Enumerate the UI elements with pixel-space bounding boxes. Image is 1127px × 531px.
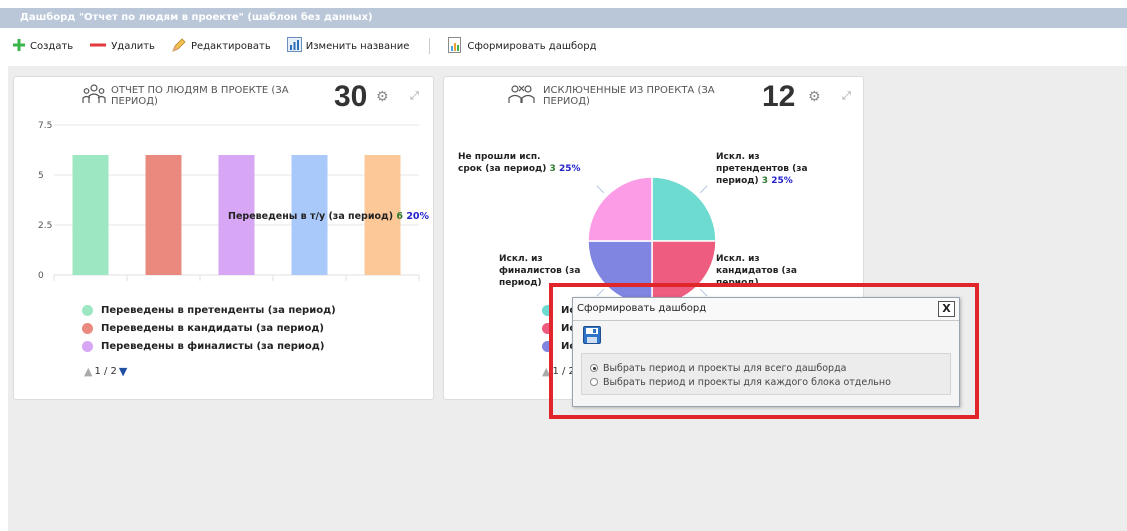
pie-label-line: Не прошли исп. <box>458 152 541 162</box>
legend-pager: ▲ 1 / 2 ▼ <box>84 365 127 378</box>
card-title: ИСКЛЮЧЕННЫЕ ИЗ ПРОЕКТА (ЗА ПЕРИОД) <box>543 85 715 107</box>
card-title-line2: ПЕРИОД) <box>543 96 590 107</box>
y-tick-label: 0 <box>38 271 44 281</box>
pie-label-line: Искл. из <box>716 254 760 264</box>
radio-selected[interactable] <box>590 364 598 372</box>
pie-label-top-left: Не прошли исп. срок (за период) 3 25% <box>458 151 580 175</box>
pie-label-line: претендентов (за <box>716 164 808 174</box>
pager-down-icon[interactable]: ▼ <box>119 365 127 378</box>
legend-dot <box>82 305 93 316</box>
pie-label-line: Искл. из <box>499 254 543 264</box>
radio-unselected[interactable] <box>590 378 598 386</box>
card-title: ОТЧЕТ ПО ЛЮДЯМ В ПРОЕКТЕ (ЗА ПЕРИОД) <box>111 85 289 107</box>
options-group: Выбрать период и проекты для всего дашбо… <box>581 353 951 395</box>
tooltip-num: 6 <box>396 211 403 222</box>
pie-label-line: срок (за период) <box>458 164 547 174</box>
y-tick-label: 2.5 <box>38 221 52 231</box>
minus-icon <box>89 38 107 55</box>
pager-text: 1 / 2 <box>94 366 117 377</box>
leader-line <box>596 185 605 194</box>
bar-tooltip: Переведены в т/у (за период) 6 20% <box>228 211 429 223</box>
option-label: Выбрать период и проекты для всего дашбо… <box>603 362 847 374</box>
people-exclude-icon <box>507 83 537 108</box>
pie-label-top-right: Искл. из претендентов (за период) 3 25% <box>716 151 808 187</box>
pie-label-line: период) <box>716 176 759 186</box>
dialog-title: Сформировать дашборд <box>577 303 707 314</box>
dialog-header: Сформировать дашборд X <box>573 298 959 321</box>
edit-label: Редактировать <box>190 40 271 52</box>
edit-button[interactable]: Редактировать <box>171 37 271 56</box>
expand-icon[interactable]: ⤢ <box>842 89 851 103</box>
pie-label-line: кандидатов (за <box>716 266 797 276</box>
people-group-icon <box>82 83 106 108</box>
report-icon <box>448 36 463 56</box>
legend-item[interactable]: Переведены в претенденты (за период) <box>82 305 336 316</box>
bar[interactable] <box>72 155 109 275</box>
delete-label: Удалить <box>111 40 155 52</box>
leader-line <box>699 185 708 194</box>
option-label: Выбрать период и проекты для каждого бло… <box>603 376 891 388</box>
pager-up-icon[interactable]: ▲ <box>84 365 92 378</box>
rename-label: Изменить название <box>305 40 410 52</box>
delete-button[interactable]: Удалить <box>89 38 155 55</box>
close-button[interactable]: X <box>938 301 955 317</box>
card-title-line1: ИСКЛЮЧЕННЫЕ ИЗ ПРОЕКТА (ЗА <box>543 85 715 96</box>
card-count: 12 <box>762 80 796 113</box>
y-tick-label: 5 <box>38 171 44 181</box>
legend-item[interactable]: Переведены в финалисты (за период) <box>82 341 324 352</box>
pie-label-pct: 25% <box>558 164 581 174</box>
pencil-icon <box>171 37 187 56</box>
card-title-line2: ПЕРИОД) <box>111 96 158 107</box>
legend-dot <box>82 341 93 352</box>
chart-icon <box>286 37 302 55</box>
pie-label-num: 3 <box>549 164 556 174</box>
bar[interactable] <box>145 155 182 275</box>
build-dashboard-button[interactable]: Сформировать дашборд <box>448 36 597 56</box>
build-dashboard-label: Сформировать дашборд <box>467 40 597 52</box>
create-label: Создать <box>30 40 74 52</box>
save-icon[interactable] <box>583 326 601 347</box>
toolbar-divider <box>429 38 431 54</box>
legend-dot <box>82 323 93 334</box>
option-each-block[interactable]: Выбрать период и проекты для каждого бло… <box>590 375 950 389</box>
pie-label-num: 3 <box>761 176 769 186</box>
window-title: Дашборд "Отчет по людям в проекте" (шабл… <box>0 8 1127 28</box>
toolbar: Создать Удалить Редактировать Изменить н… <box>0 32 1127 60</box>
build-dashboard-dialog: Сформировать дашборд X Выбрать период и … <box>572 297 960 407</box>
legend-label: Переведены в финалисты (за период) <box>101 341 325 352</box>
pie-label-line: финалистов (за <box>499 266 581 276</box>
card-count: 30 <box>334 80 368 113</box>
tooltip-label: Переведены в т/у (за период) <box>228 211 394 222</box>
rename-button[interactable]: Изменить название <box>286 37 410 55</box>
card-title-line1: ОТЧЕТ ПО ЛЮДЯМ В ПРОЕКТЕ (ЗА <box>111 85 289 96</box>
people-report-card: ОТЧЕТ ПО ЛЮДЯМ В ПРОЕКТЕ (ЗА ПЕРИОД) 30 … <box>13 76 434 400</box>
pie-label-pct: 25% <box>771 176 793 186</box>
gear-icon[interactable]: ⚙ <box>808 89 821 105</box>
tooltip-pct: 20% <box>406 211 430 222</box>
option-whole-dashboard[interactable]: Выбрать период и проекты для всего дашбо… <box>590 361 950 375</box>
expand-icon[interactable]: ⤢ <box>410 89 419 103</box>
y-tick-label: 7.5 <box>38 121 52 131</box>
pie-label-line: Искл. из <box>716 152 760 162</box>
create-button[interactable]: Создать <box>12 38 73 55</box>
plus-icon <box>12 38 26 55</box>
legend-label: Переведены в претенденты (за период) <box>101 305 336 316</box>
legend-label: Переведены в кандидаты (за период) <box>101 323 324 334</box>
legend-item[interactable]: Переведены в кандидаты (за период) <box>82 323 324 334</box>
gear-icon[interactable]: ⚙ <box>376 89 389 105</box>
